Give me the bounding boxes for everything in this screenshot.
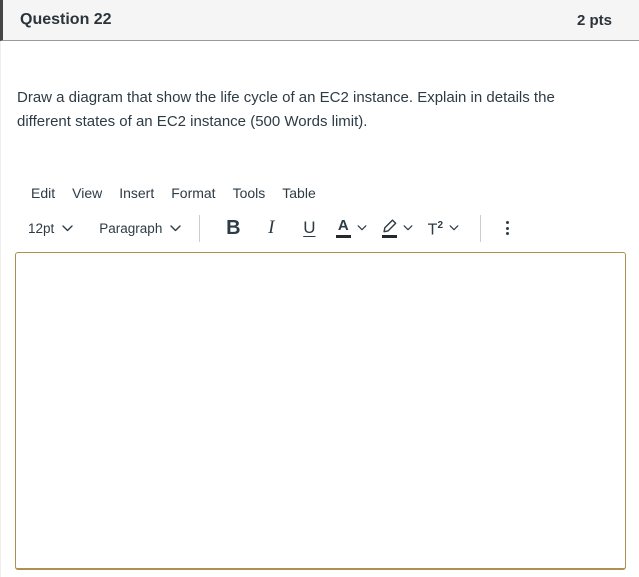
editor-textarea[interactable] (15, 252, 626, 570)
text-color-button[interactable]: A (328, 214, 374, 242)
chevron-down-icon (357, 225, 367, 231)
text-color-icon: A (335, 218, 351, 238)
editor-menubar: Edit View Insert Format Tools Table (27, 183, 639, 203)
bold-button[interactable]: B (214, 214, 252, 242)
more-toolbar-options-button[interactable] (495, 214, 519, 242)
menu-view[interactable]: View (68, 183, 106, 203)
rich-text-editor: Edit View Insert Format Tools Table 12pt… (1, 183, 639, 570)
superscript-button[interactable]: T2 (420, 214, 466, 242)
question-title: Question 22 (20, 11, 112, 28)
toolbar-divider (199, 214, 201, 242)
font-size-dropdown[interactable]: 12pt (24, 221, 77, 236)
question-card: Question 22 2 pts Draw a diagram that sh… (0, 0, 639, 577)
menu-insert[interactable]: Insert (115, 183, 158, 203)
italic-icon: I (268, 217, 275, 238)
underline-button[interactable]: U (290, 214, 328, 242)
toolbar-divider (480, 214, 482, 242)
underline-icon: U (303, 218, 316, 237)
paragraph-format-dropdown[interactable]: Paragraph (95, 221, 185, 236)
question-points: 2 pts (576, 11, 612, 29)
chevron-down-icon (403, 225, 413, 231)
question-header: Question 22 2 pts (0, 0, 639, 41)
menu-format[interactable]: Format (167, 183, 219, 203)
paragraph-format-value: Paragraph (99, 220, 163, 236)
bold-icon: B (226, 216, 241, 239)
menu-table[interactable]: Table (278, 183, 319, 203)
italic-button[interactable]: I (252, 214, 290, 242)
question-text: Draw a diagram that show the life cycle … (17, 89, 555, 130)
menu-tools[interactable]: Tools (229, 183, 270, 203)
menu-edit[interactable]: Edit (27, 183, 59, 203)
highlighter-pen-icon (381, 218, 397, 238)
chevron-down-icon (170, 224, 182, 231)
kebab-menu-icon (505, 221, 509, 224)
chevron-down-icon (449, 225, 459, 231)
highlight-color-button[interactable] (374, 214, 420, 242)
question-body: Draw a diagram that show the life cycle … (0, 41, 639, 577)
editor-toolbar: 12pt Paragraph B I U A T2 (24, 213, 639, 243)
font-size-value: 12pt (28, 220, 55, 236)
superscript-icon: T2 (427, 219, 443, 239)
chevron-down-icon (62, 224, 73, 231)
